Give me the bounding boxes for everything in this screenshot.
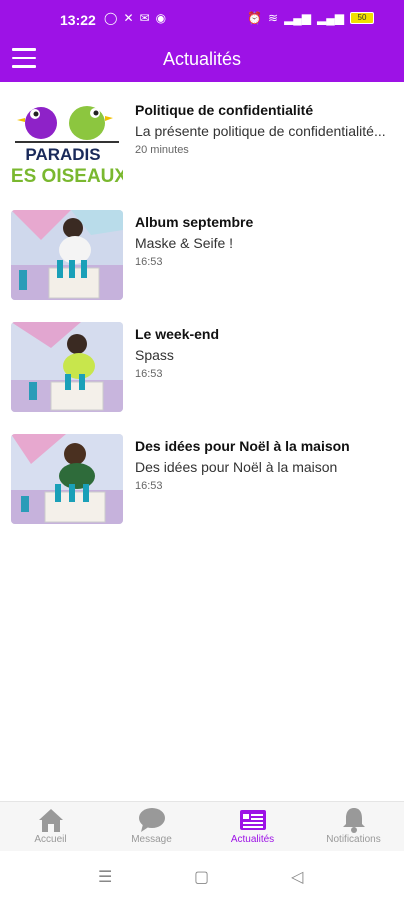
item-subtitle: La présente politique de confidentialité… [135,123,386,139]
whatsapp-icon: ◯ [104,11,118,25]
bottom-nav: Accueil Message Actualités Notifications [0,801,404,852]
recent-apps-icon[interactable]: ☰ [98,867,112,887]
x-icon: ✕ [123,11,134,25]
news-icon [239,810,266,830]
mail-icon: ✉ [139,11,150,25]
item-title: Album septembre [135,214,254,230]
nav-accueil[interactable]: Accueil [0,802,101,852]
home-button-icon[interactable]: ▢ [194,867,209,887]
logo-line2: ES OISEAUX [11,166,123,187]
item-thumbnail [11,210,123,300]
nav-label: Message [131,834,172,845]
item-subtitle: Maske & Seife ! [135,235,234,251]
back-icon[interactable]: ◁ [291,867,303,887]
item-time: 16:53 [135,480,163,492]
alarm-icon: ⏰ [247,11,262,25]
status-time: 13:22 [60,12,96,28]
bell-icon [342,808,365,833]
item-title: Des idées pour Noël à la maison [135,438,350,454]
app-bar: Actualités [0,38,404,82]
item-time: 20 minutes [135,144,189,156]
system-nav-bar: ☰ ▢ ◁ [0,851,404,900]
item-subtitle: Des idées pour Noël à la maison [135,459,338,475]
nav-notifications[interactable]: Notifications [303,802,404,852]
list-item[interactable]: Des idées pour Noël à la maison Des idée… [0,418,404,524]
nav-message[interactable]: Message [101,802,202,852]
status-bar: 13:22 ◯ ✕ ✉ ◉ ⏰ ≋ ▂▄▆ ▂▄▆ 50 [0,0,404,38]
list-item[interactable]: PARADIS ES OISEAUX Politique de confiden… [0,82,404,188]
item-thumbnail: PARADIS ES OISEAUX [11,98,123,188]
item-title: Politique de confidentialité [135,102,314,118]
chat-icon [138,808,165,832]
app-icon: ◉ [155,11,167,25]
item-thumbnail [11,322,123,412]
item-time: 16:53 [135,368,163,380]
item-thumbnail [11,434,123,524]
wifi-icon: ≋ [268,11,279,25]
nav-label: Notifications [326,834,381,845]
logo-line1: PARADIS [25,145,100,164]
nav-actualites[interactable]: Actualités [202,802,303,852]
list-item[interactable]: Album septembre Maske & Seife ! 16:53 [0,194,404,300]
battery-icon: 50 [350,12,374,24]
item-time: 16:53 [135,256,163,268]
nav-label: Accueil [34,834,67,845]
item-title: Le week-end [135,326,220,342]
signal2-icon: ▂▄▆ [317,11,344,25]
list-item[interactable]: Le week-end Spass 16:53 [0,306,404,412]
item-subtitle: Spass [135,347,174,363]
nav-label: Actualités [230,834,275,845]
page-title: Actualités [162,49,242,69]
home-icon [38,809,63,832]
signal-icon: ▂▄▆ [284,11,312,25]
